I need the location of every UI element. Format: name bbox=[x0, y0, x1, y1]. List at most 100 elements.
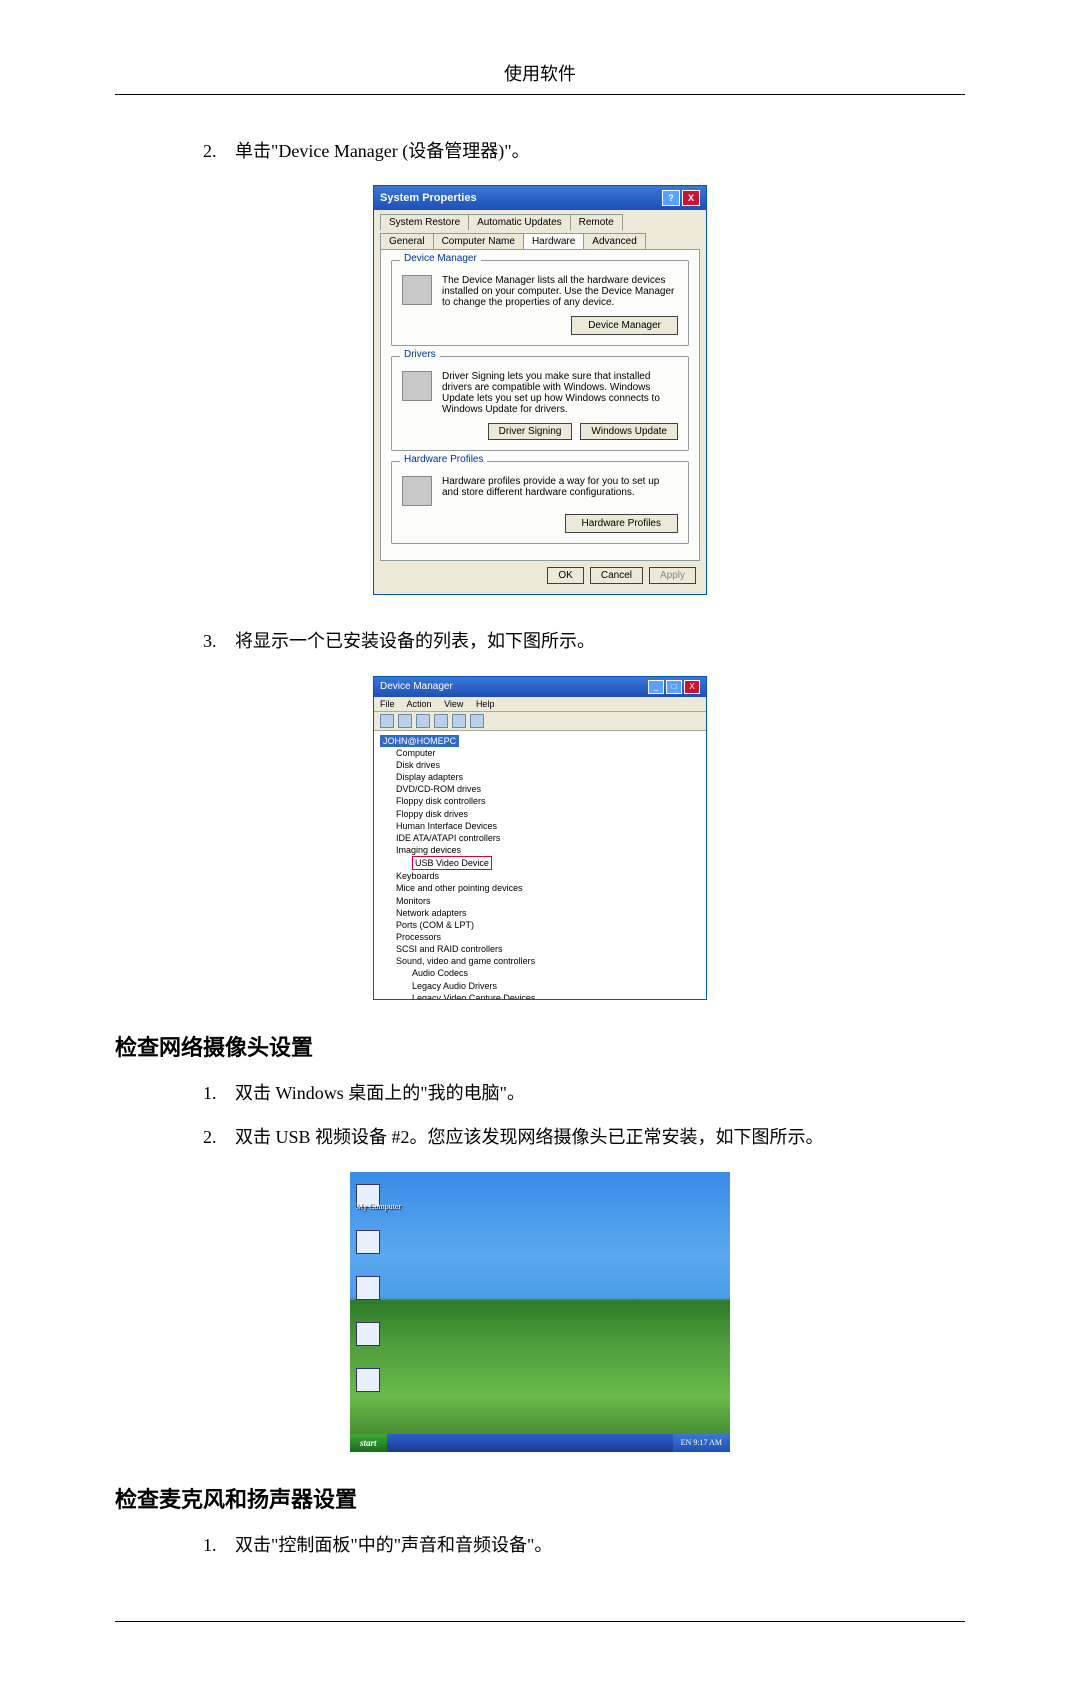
window-titlebar: Device Manager _ □ X bbox=[374, 677, 706, 697]
tab-advanced[interactable]: Advanced bbox=[583, 233, 645, 249]
windows-update-button[interactable]: Windows Update bbox=[580, 423, 678, 440]
step-number: 1. bbox=[203, 1077, 235, 1109]
document-page: 使用软件 2. 单击"Device Manager (设备管理器)"。 Syst… bbox=[0, 0, 1080, 1690]
toolbar-icon[interactable] bbox=[398, 714, 412, 728]
tree-node[interactable]: Mice and other pointing devices bbox=[396, 882, 700, 894]
menu-view[interactable]: View bbox=[444, 699, 463, 709]
window-title: Device Manager bbox=[380, 681, 453, 692]
tab-automatic-updates[interactable]: Automatic Updates bbox=[468, 214, 571, 230]
step-text: 双击 Windows 桌面上的"我的电脑"。 bbox=[235, 1077, 965, 1109]
step-text: 将显示一个已安装设备的列表，如下图所示。 bbox=[235, 625, 965, 657]
system-properties-dialog: System Properties ? X System Restore Aut… bbox=[373, 185, 707, 595]
list-item: 1. 双击 Windows 桌面上的"我的电脑"。 bbox=[203, 1077, 965, 1109]
tree-node[interactable]: Display adapters bbox=[396, 771, 700, 783]
group-legend: Hardware Profiles bbox=[400, 454, 487, 465]
step-text: 双击 USB 视频设备 #2。您应该发现网络摄像头已正常安装，如下图所示。 bbox=[235, 1121, 965, 1153]
device-manager-button[interactable]: Device Manager bbox=[571, 316, 678, 335]
group-device-manager: Device Manager The Device Manager lists … bbox=[391, 260, 689, 346]
help-icon[interactable]: ? bbox=[662, 190, 680, 206]
dialog-footer: OK Cancel Apply bbox=[374, 567, 706, 594]
profiles-icon bbox=[402, 476, 432, 506]
tree-node[interactable]: Legacy Audio Drivers bbox=[412, 980, 700, 992]
tree-root[interactable]: JOHN@HOMEPC bbox=[380, 735, 459, 747]
tab-row-top: System Restore Automatic Updates Remote bbox=[374, 210, 706, 230]
maximize-icon[interactable]: □ bbox=[666, 680, 682, 694]
apply-button[interactable]: Apply bbox=[649, 567, 696, 584]
tree-node[interactable]: Processors bbox=[396, 931, 700, 943]
tree-node[interactable]: Keyboards bbox=[396, 870, 700, 882]
dialog-title: System Properties bbox=[380, 192, 477, 204]
tree-node[interactable]: Sound, video and game controllers bbox=[396, 955, 700, 967]
driver-signing-button[interactable]: Driver Signing bbox=[488, 423, 573, 440]
tree-node[interactable]: Computer bbox=[396, 747, 700, 759]
toolbar-icon[interactable] bbox=[380, 714, 394, 728]
ok-button[interactable]: OK bbox=[547, 567, 583, 584]
hardware-profiles-button[interactable]: Hardware Profiles bbox=[565, 514, 678, 533]
tab-row-bottom: General Computer Name Hardware Advanced bbox=[374, 229, 706, 249]
tab-computer-name[interactable]: Computer Name bbox=[433, 233, 524, 249]
minimize-icon[interactable]: _ bbox=[648, 680, 664, 694]
tree-node[interactable]: IDE ATA/ATAPI controllers bbox=[396, 832, 700, 844]
desktop-icons bbox=[356, 1184, 380, 1392]
device-tree[interactable]: JOHN@HOMEPC Computer Disk drives Display… bbox=[374, 731, 706, 999]
toolbar-icon[interactable] bbox=[452, 714, 466, 728]
desktop-icon[interactable] bbox=[356, 1322, 380, 1346]
menu-action[interactable]: Action bbox=[407, 699, 432, 709]
section-heading: 检查麦克风和扬声器设置 bbox=[115, 1482, 965, 1514]
list-item: 2. 双击 USB 视频设备 #2。您应该发现网络摄像头已正常安装，如下图所示。 bbox=[203, 1121, 965, 1153]
tab-general[interactable]: General bbox=[380, 233, 434, 249]
dialog-body: Device Manager The Device Manager lists … bbox=[380, 249, 700, 561]
toolbar-icon[interactable] bbox=[470, 714, 484, 728]
list-item: 2. 单击"Device Manager (设备管理器)"。 bbox=[203, 135, 965, 167]
desktop-icon[interactable] bbox=[356, 1368, 380, 1392]
cancel-button[interactable]: Cancel bbox=[590, 567, 643, 584]
tab-hardware[interactable]: Hardware bbox=[523, 233, 584, 249]
drivers-icon bbox=[402, 371, 432, 401]
tab-system-restore[interactable]: System Restore bbox=[380, 214, 469, 230]
menu-file[interactable]: File bbox=[380, 699, 395, 709]
group-legend: Drivers bbox=[400, 349, 440, 360]
figure-xp-desktop: My Computer start EN 9:17 AM bbox=[115, 1172, 965, 1452]
start-button[interactable]: start bbox=[350, 1434, 387, 1452]
tree-node[interactable]: Floppy disk controllers bbox=[396, 795, 700, 807]
tree-node[interactable]: Network adapters bbox=[396, 907, 700, 919]
taskbar: start EN 9:17 AM bbox=[350, 1434, 730, 1452]
list-item: 1. 双击"控制面板"中的"声音和音频设备"。 bbox=[203, 1529, 965, 1561]
desktop-icon[interactable] bbox=[356, 1230, 380, 1254]
menu-bar: File Action View Help bbox=[374, 697, 706, 712]
step-number: 1. bbox=[203, 1529, 235, 1561]
toolbar-icon[interactable] bbox=[416, 714, 430, 728]
tree-node[interactable]: Ports (COM & LPT) bbox=[396, 919, 700, 931]
dialog-titlebar: System Properties ? X bbox=[374, 186, 706, 210]
xp-desktop: My Computer start EN 9:17 AM bbox=[350, 1172, 730, 1452]
usb-video-device[interactable]: USB Video Device bbox=[412, 856, 492, 870]
figure-system-properties: System Properties ? X System Restore Aut… bbox=[115, 185, 965, 595]
list-item: 3. 将显示一个已安装设备的列表，如下图所示。 bbox=[203, 625, 965, 657]
close-icon[interactable]: X bbox=[684, 680, 700, 694]
group-legend: Device Manager bbox=[400, 253, 481, 264]
tree-node[interactable]: Human Interface Devices bbox=[396, 820, 700, 832]
tree-node[interactable]: Audio Codecs bbox=[412, 967, 700, 979]
tree-node[interactable]: Floppy disk drives bbox=[396, 808, 700, 820]
page-header: 使用软件 bbox=[115, 60, 965, 95]
toolbar bbox=[374, 712, 706, 731]
device-manager-window: Device Manager _ □ X File Action View He… bbox=[373, 676, 707, 1000]
system-tray[interactable]: EN 9:17 AM bbox=[673, 1434, 730, 1452]
tree-node[interactable]: Monitors bbox=[396, 895, 700, 907]
group-text: Driver Signing lets you make sure that i… bbox=[442, 371, 678, 415]
tab-remote[interactable]: Remote bbox=[570, 214, 623, 230]
close-icon[interactable]: X bbox=[682, 190, 700, 206]
tree-node[interactable]: Legacy Video Capture Devices bbox=[412, 992, 700, 999]
tree-node[interactable]: DVD/CD-ROM drives bbox=[396, 783, 700, 795]
desktop-icon[interactable] bbox=[356, 1276, 380, 1300]
step-number: 2. bbox=[203, 1121, 235, 1153]
toolbar-icon[interactable] bbox=[434, 714, 448, 728]
device-manager-icon bbox=[402, 275, 432, 305]
tree-node[interactable]: SCSI and RAID controllers bbox=[396, 943, 700, 955]
tree-node[interactable]: Imaging devices bbox=[396, 844, 700, 856]
tree-node[interactable]: Disk drives bbox=[396, 759, 700, 771]
group-text: The Device Manager lists all the hardwar… bbox=[442, 275, 678, 308]
menu-help[interactable]: Help bbox=[476, 699, 495, 709]
step-text: 单击"Device Manager (设备管理器)"。 bbox=[235, 135, 965, 167]
footer-rule bbox=[115, 1621, 965, 1622]
